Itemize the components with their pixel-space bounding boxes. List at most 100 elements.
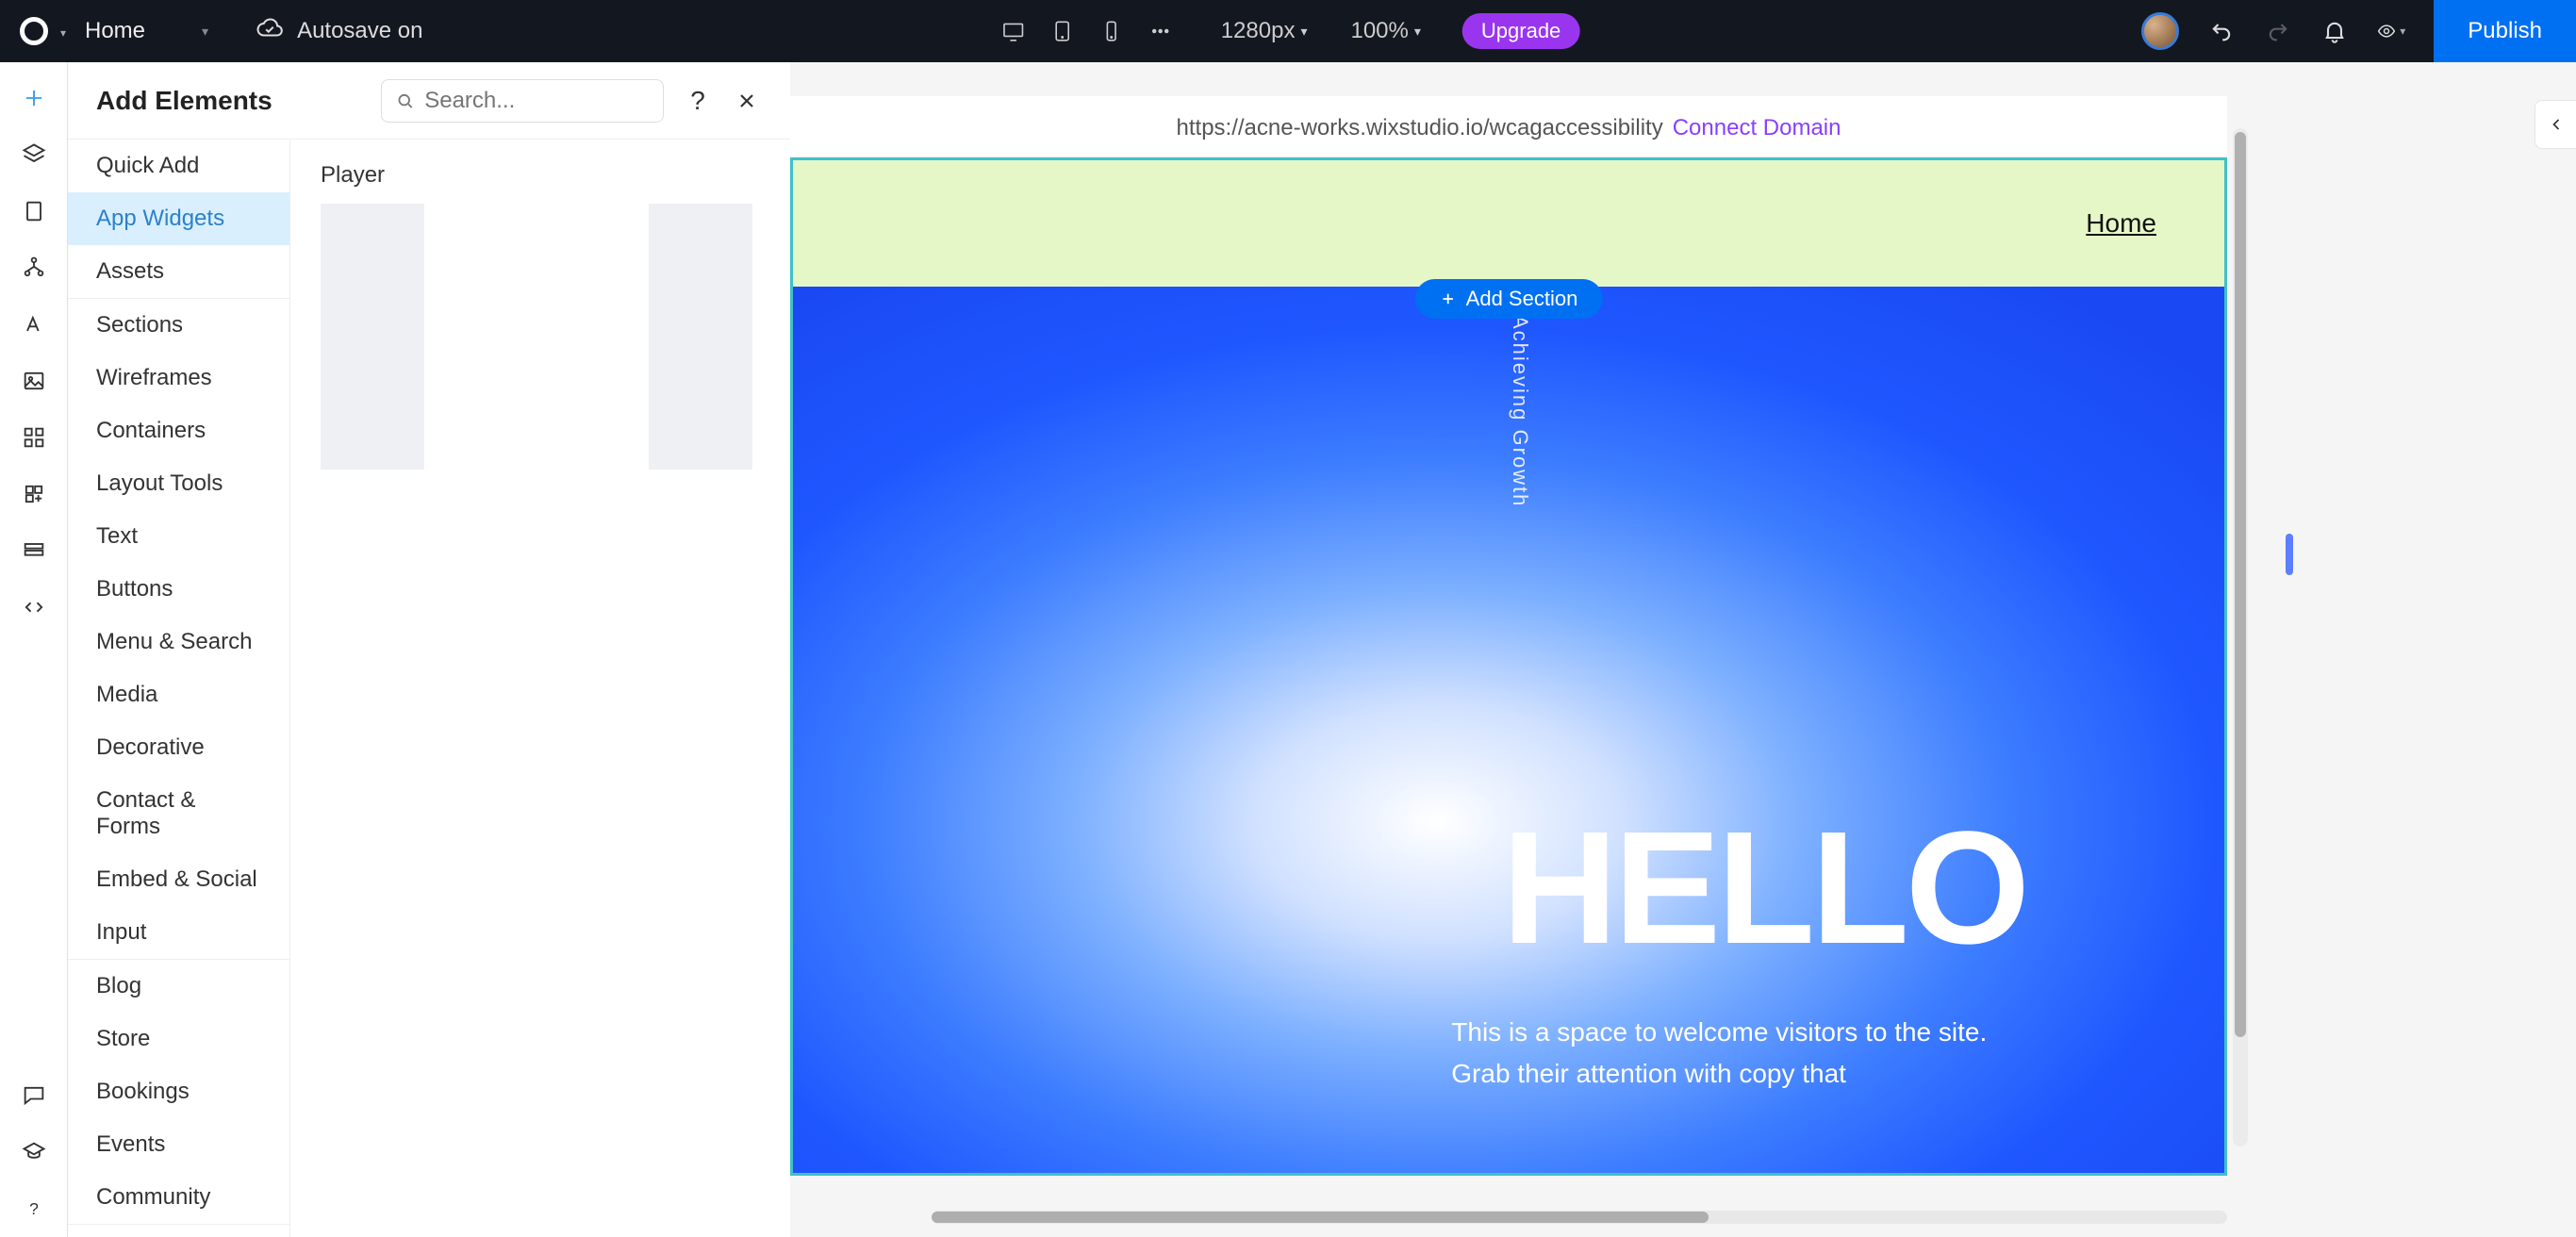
cat-layout-tools[interactable]: Layout Tools: [68, 457, 289, 510]
apps-icon[interactable]: [0, 409, 68, 466]
comments-icon[interactable]: [0, 1067, 68, 1124]
category-column: Quick Add App Widgets Assets Sections Wi…: [68, 140, 290, 1237]
zoom-value: 100%: [1350, 18, 1408, 44]
cat-menu-search[interactable]: Menu & Search: [68, 616, 289, 668]
cat-community[interactable]: Community: [68, 1171, 289, 1224]
cloud-icon: [256, 14, 284, 49]
left-rail: ?: [0, 62, 68, 1237]
bell-icon[interactable]: [2320, 17, 2349, 45]
logo-icon: [20, 17, 48, 45]
panel-title: Add Elements: [96, 86, 272, 116]
connect-domain-link[interactable]: Connect Domain: [1673, 115, 1841, 141]
top-right-controls: ▾ Publish: [2141, 0, 2576, 62]
learn-icon[interactable]: [0, 1124, 68, 1180]
add-section-button[interactable]: Add Section: [1415, 279, 1603, 319]
pages-icon[interactable]: [0, 183, 68, 239]
add-section-label: Add Section: [1466, 287, 1578, 311]
help-icon[interactable]: ?: [683, 86, 713, 116]
site-url: https://acne-works.wixstudio.io/wcagacce…: [1177, 115, 1663, 141]
top-center-controls: 1280px▾ 100% ▾ Upgrade: [997, 13, 1580, 49]
cat-assets[interactable]: Assets: [68, 245, 289, 298]
cat-text[interactable]: Text: [68, 510, 289, 563]
layers-icon[interactable]: [0, 126, 68, 183]
cat-embed-social[interactable]: Embed & Social: [68, 853, 289, 906]
url-bar: https://acne-works.wixstudio.io/wcagacce…: [790, 96, 2227, 157]
chevron-down-icon: ▾: [1414, 24, 1421, 40]
app-logo[interactable]: ▾: [0, 0, 68, 62]
typography-icon[interactable]: [0, 296, 68, 353]
search-input-wrap[interactable]: [381, 79, 664, 123]
tablet-icon[interactable]: [1046, 14, 1080, 48]
widget-preview[interactable]: [321, 204, 752, 470]
horizontal-scrollbar[interactable]: [932, 1211, 2227, 1224]
chevron-down-icon: ▾: [202, 24, 208, 40]
category-group: Quick Add App Widgets Assets: [68, 140, 289, 299]
canvas-width[interactable]: 1280px▾: [1221, 18, 1308, 44]
desktop-icon[interactable]: [997, 14, 1031, 48]
cat-buttons[interactable]: Buttons: [68, 563, 289, 616]
cat-bookings[interactable]: Bookings: [68, 1065, 289, 1118]
cat-wireframes[interactable]: Wireframes: [68, 352, 289, 404]
cat-events[interactable]: Events: [68, 1118, 289, 1171]
media-icon[interactable]: [0, 353, 68, 409]
category-group: Sections Wireframes Containers Layout To…: [68, 299, 289, 960]
help-icon[interactable]: ?: [0, 1180, 68, 1237]
upgrade-label: Upgrade: [1481, 19, 1560, 42]
cat-media[interactable]: Media: [68, 668, 289, 721]
search-input[interactable]: [424, 88, 650, 114]
publish-label: Publish: [2468, 18, 2542, 44]
inspector-toggle[interactable]: [2535, 100, 2576, 149]
code-icon[interactable]: [0, 579, 68, 635]
chevron-down-icon: ▾: [60, 26, 66, 40]
undo-icon[interactable]: [2207, 17, 2236, 45]
avatar[interactable]: [2141, 12, 2179, 50]
preview-pane: [321, 204, 424, 470]
top-bar: ▾ Home ▾ Autosave on 1280px▾ 100% ▾ Upgra…: [0, 0, 2576, 62]
preview-icon[interactable]: ▾: [2377, 17, 2405, 45]
page-frame[interactable]: Add Section Home Achieving Growth HELLO …: [790, 157, 2227, 1176]
chevron-down-icon: ▾: [1300, 24, 1307, 40]
add-elements-panel: Add Elements ? Quick Add App Widgets Ass…: [68, 62, 790, 1237]
cat-sections[interactable]: Sections: [68, 299, 289, 352]
cms-icon[interactable]: [0, 522, 68, 579]
hero-section[interactable]: Achieving Growth HELLO This is a space t…: [793, 287, 2224, 1176]
more-breakpoints-icon[interactable]: [1144, 14, 1178, 48]
cat-containers[interactable]: Containers: [68, 404, 289, 457]
canvas-area: https://acne-works.wixstudio.io/wcagacce…: [790, 62, 2576, 1237]
svg-text:?: ?: [29, 1199, 39, 1218]
page-selector[interactable]: Home ▾: [85, 18, 208, 44]
scrollbar-thumb[interactable]: [932, 1212, 1709, 1223]
publish-button[interactable]: Publish: [2434, 0, 2576, 62]
nav-link-home[interactable]: Home: [2086, 208, 2156, 239]
cat-app-widgets[interactable]: App Widgets: [68, 192, 289, 245]
site-structure-icon[interactable]: [0, 239, 68, 296]
plus-icon: [1440, 290, 1457, 307]
cat-input[interactable]: Input: [68, 906, 289, 959]
cat-blog[interactable]: Blog: [68, 960, 289, 1013]
inspector-scroll-indicator[interactable]: [2286, 534, 2293, 575]
mobile-icon[interactable]: [1095, 14, 1129, 48]
search-icon: [395, 90, 415, 112]
vertical-scrollbar[interactable]: [2233, 128, 2248, 1146]
autosave-status[interactable]: Autosave on: [256, 14, 422, 49]
hero-title[interactable]: HELLO: [1502, 796, 2026, 981]
cat-quick-add[interactable]: Quick Add: [68, 140, 289, 192]
app-market-icon[interactable]: [0, 466, 68, 522]
site-header[interactable]: Home: [793, 160, 2224, 287]
page-name: Home: [85, 18, 145, 44]
cat-store[interactable]: Store: [68, 1013, 289, 1065]
zoom-level[interactable]: 100% ▾: [1350, 18, 1420, 44]
upgrade-button[interactable]: Upgrade: [1462, 13, 1579, 49]
redo-icon[interactable]: [2264, 17, 2292, 45]
hero-subtitle[interactable]: This is a space to welcome visitors to t…: [1451, 1012, 2026, 1094]
category-group: Blog Store Bookings Events Community: [68, 960, 289, 1225]
close-icon[interactable]: [732, 86, 762, 116]
preview-column: Player: [290, 140, 790, 1237]
cat-contact-forms[interactable]: Contact & Forms: [68, 774, 289, 853]
chevron-down-icon: ▾: [2400, 25, 2405, 38]
cat-decorative[interactable]: Decorative: [68, 721, 289, 774]
chevron-left-icon: [2547, 115, 2566, 134]
scrollbar-thumb[interactable]: [2235, 132, 2246, 1037]
add-elements-icon[interactable]: [0, 70, 68, 126]
autosave-label: Autosave on: [297, 18, 422, 44]
